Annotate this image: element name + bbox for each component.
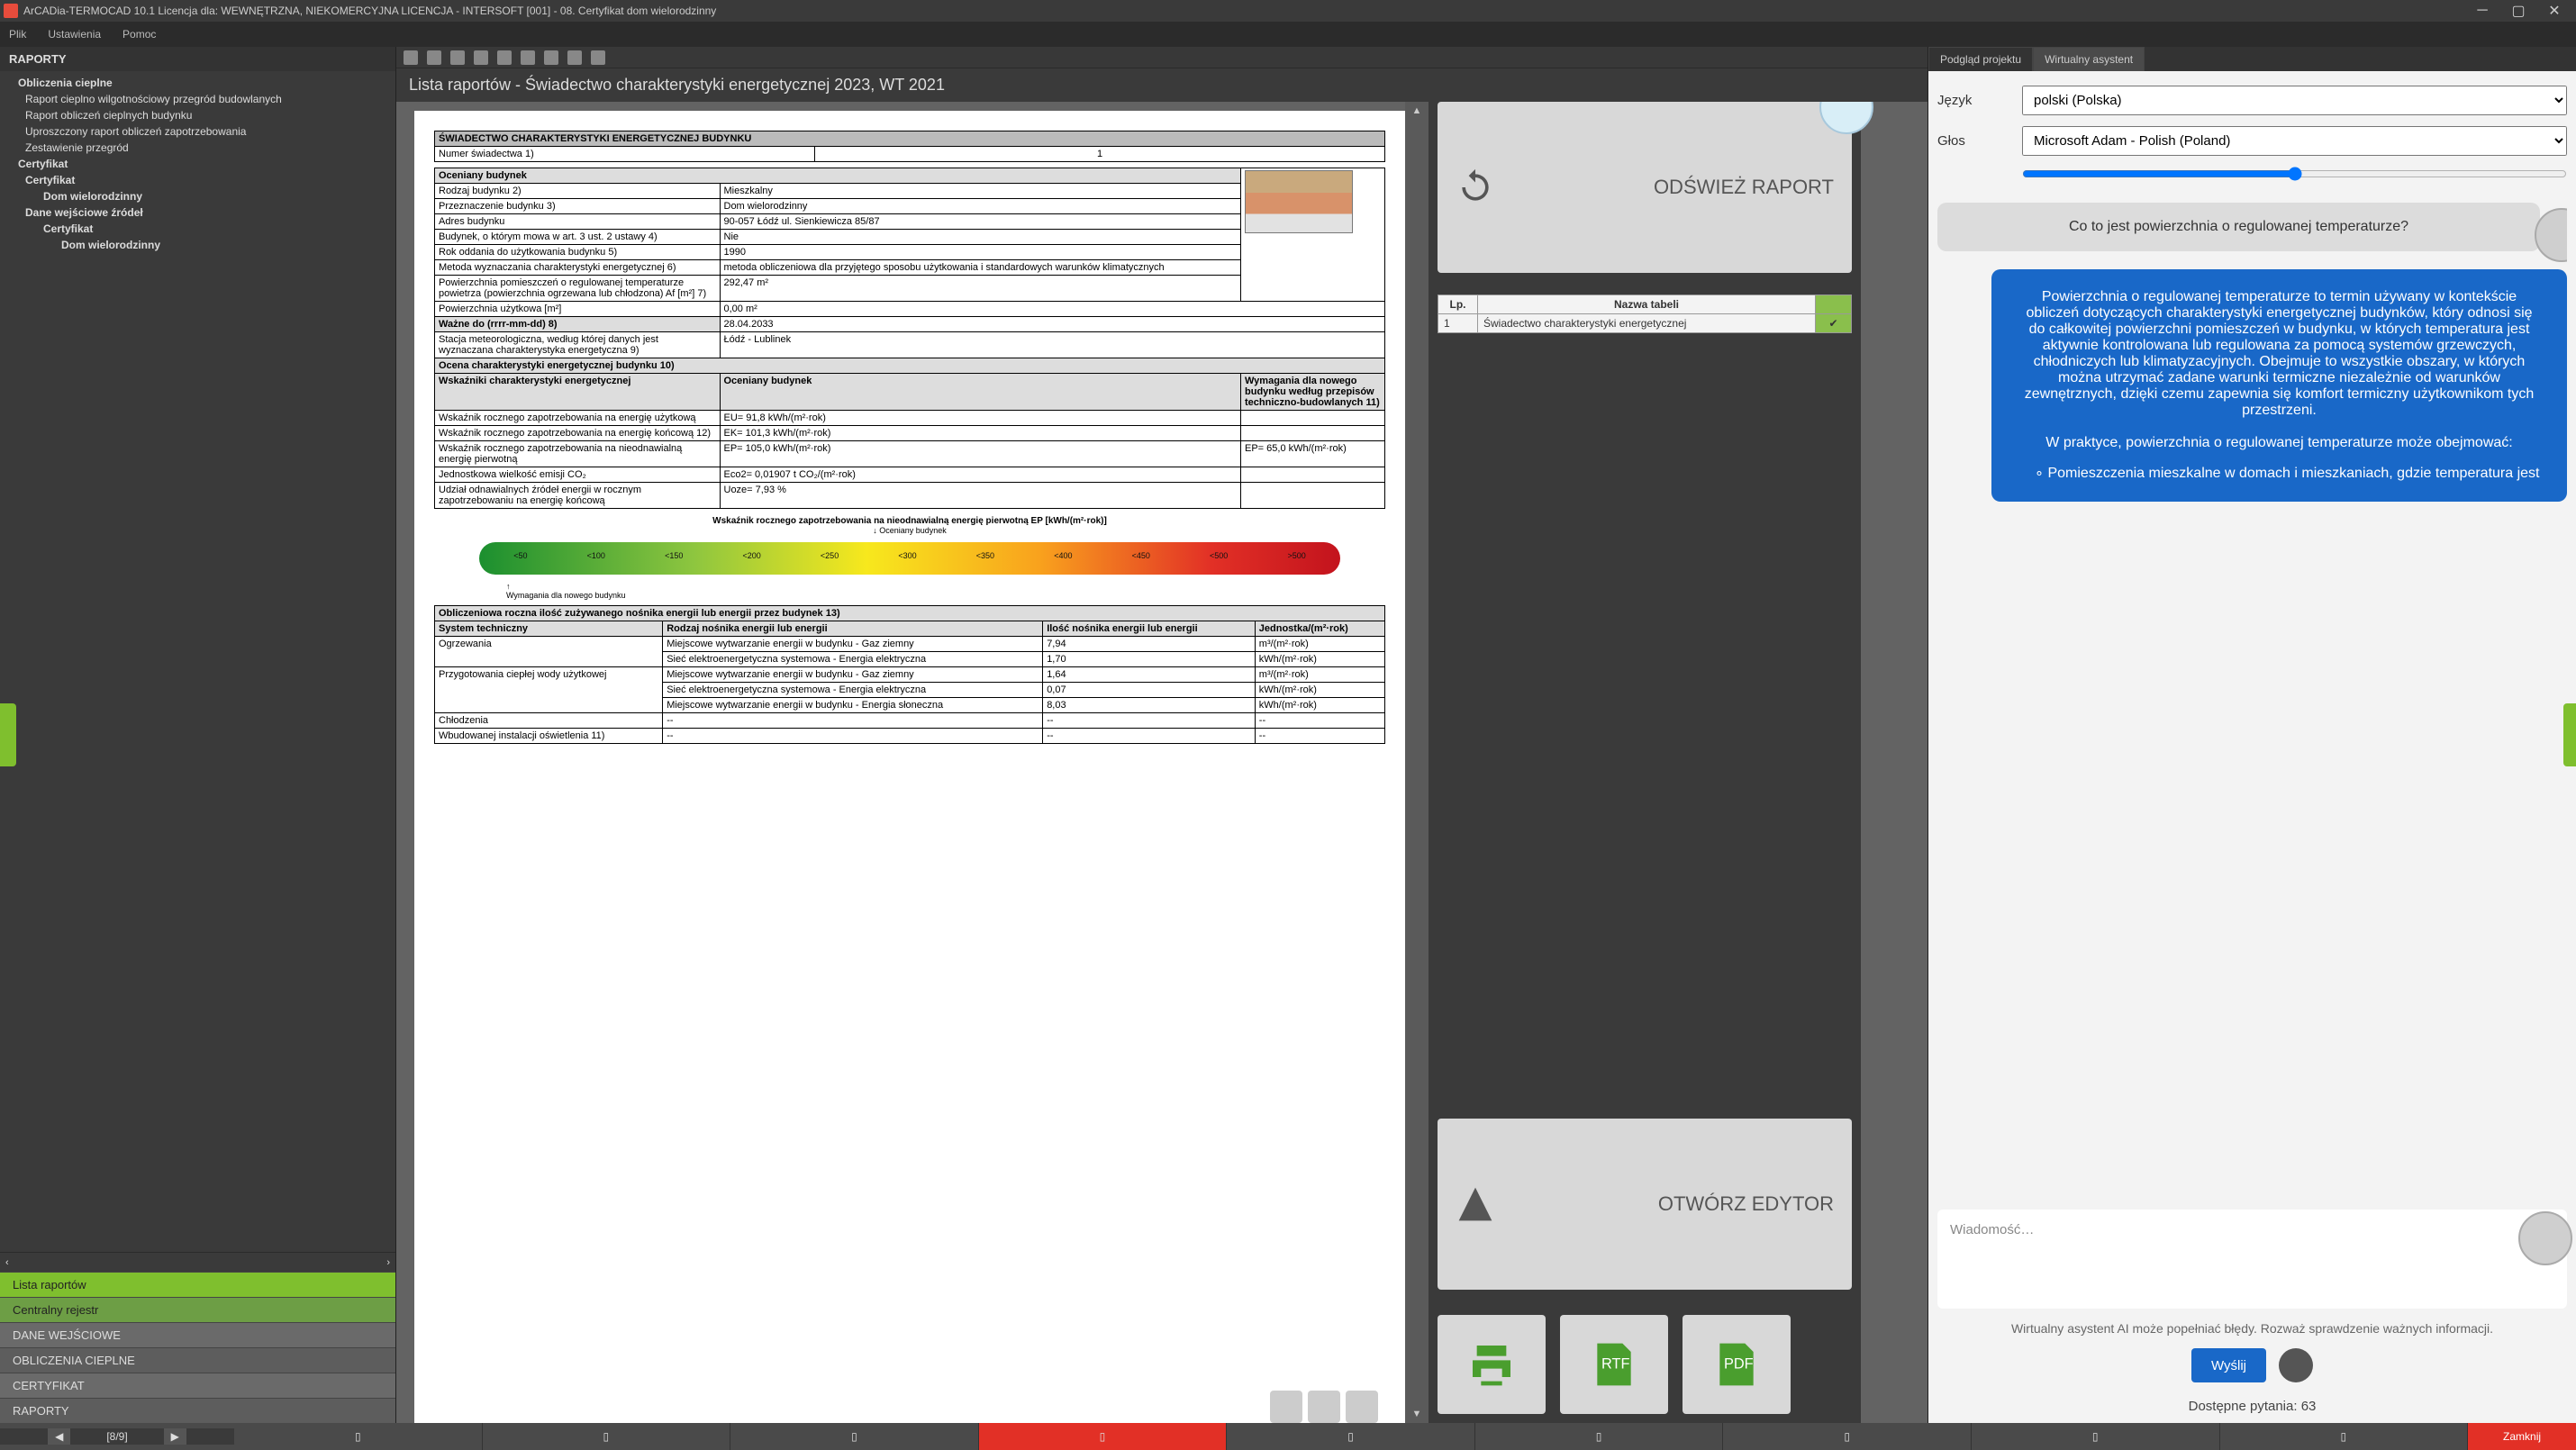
input-user-avatar-icon xyxy=(2518,1211,2572,1265)
doc-toolbar-icon[interactable] xyxy=(474,50,488,65)
bottom-seg[interactable]: ▯ xyxy=(1227,1423,1475,1450)
raporty-header: RAPORTY xyxy=(0,47,395,71)
voice-label: Głos xyxy=(1937,133,2009,149)
page-prev[interactable]: ◀ xyxy=(48,1428,70,1445)
titlebar: ArCADia-TERMOCAD 10.1 Licencja dla: WEWN… xyxy=(0,0,2576,22)
window-title: ArCADia-TERMOCAD 10.1 Licencja dla: WEWN… xyxy=(23,5,716,17)
menu-file[interactable]: Plik xyxy=(9,28,26,41)
app-logo xyxy=(4,4,18,18)
lang-label: Język xyxy=(1937,93,2009,108)
doc-toolbar-icon[interactable] xyxy=(544,50,558,65)
open-editor-label[interactable]: OTWÓRZ EDYTOR xyxy=(1658,1192,1834,1216)
left-collapse-handle[interactable] xyxy=(0,703,16,766)
export-rtf-button[interactable]: RTF xyxy=(1560,1315,1668,1414)
doc-title: ŚWIADECTWO CHARAKTERYSTYKI ENERGETYCZNEJ… xyxy=(435,131,1385,147)
doc-toolbar-icon[interactable] xyxy=(427,50,441,65)
page-nav-btn[interactable] xyxy=(1270,1391,1302,1423)
close-button[interactable]: Zamknij xyxy=(2468,1423,2576,1450)
bottom-seg[interactable]: ▯ xyxy=(1723,1423,1972,1450)
table-row[interactable]: 1Świadectwo charakterystyki energetyczne… xyxy=(1438,314,1852,333)
chat-bot-bubble: Powierzchnia o regulowanej temperaturze … xyxy=(1991,269,2567,502)
report-preview-page: ŚWIADECTWO CHARAKTERYSTYKI ENERGETYCZNEJ… xyxy=(414,111,1405,1423)
btab-centralny-rejestr[interactable]: Centralny rejestr xyxy=(0,1297,395,1322)
svg-text:PDF: PDF xyxy=(1724,1356,1754,1373)
doc-toolbar-icon[interactable] xyxy=(591,50,605,65)
menu-help[interactable]: Pomoc xyxy=(122,28,156,41)
report-list-header: Lista raportów - Świadectwo charakteryst… xyxy=(396,68,1927,102)
window-minimize[interactable]: ─ xyxy=(2464,0,2500,22)
btab-certyfikat[interactable]: CERTYFIKAT xyxy=(0,1373,395,1398)
doc-toolbar-icon[interactable] xyxy=(567,50,582,65)
bottom-seg-active[interactable]: ▯ xyxy=(979,1423,1228,1450)
tree-hscroll[interactable]: ‹› xyxy=(0,1252,395,1272)
tab-virtual-assistant[interactable]: Wirtualny asystent xyxy=(2033,47,2145,71)
report-tree: Obliczenia cieplne Raport cieplno wilgot… xyxy=(0,71,395,1252)
menu-settings[interactable]: Ustawienia xyxy=(48,28,101,41)
assistant-robot-icon[interactable] xyxy=(1819,102,1873,134)
voice-speed-slider[interactable] xyxy=(2022,167,2567,181)
svg-text:RTF: RTF xyxy=(1601,1356,1629,1373)
bottom-seg[interactable]: ▯ xyxy=(730,1423,979,1450)
doc-toolbar-icon[interactable] xyxy=(521,50,535,65)
tree-raport-cieplno[interactable]: Raport cieplno wilgotnościowy przegród b… xyxy=(0,91,395,107)
bottom-seg[interactable]: ▯ xyxy=(1972,1423,2220,1450)
building-photo xyxy=(1245,170,1353,233)
voice-select[interactable]: Microsoft Adam - Polish (Poland) xyxy=(2022,126,2567,156)
doc-vertical-scrollbar[interactable]: ▲ ▼ xyxy=(1405,102,1429,1423)
tree-certyfikat[interactable]: Certyfikat xyxy=(0,172,395,188)
tree-certyfikat-2[interactable]: Certyfikat xyxy=(0,221,395,237)
lang-select[interactable]: polski (Polska) xyxy=(2022,86,2567,115)
print-button[interactable] xyxy=(1438,1315,1546,1414)
window-maximize[interactable]: ▢ xyxy=(2500,0,2536,22)
energy-rating-bar: <50<100<150 <200<250<300 <350<400<450 <5… xyxy=(479,542,1340,575)
bottom-seg[interactable]: ▯ xyxy=(483,1423,731,1450)
send-button[interactable]: Wyślij xyxy=(2191,1348,2266,1382)
refresh-report-label[interactable]: ODŚWIEŻ RAPORT xyxy=(1654,176,1834,199)
tree-uproszczony[interactable]: Uproszczony raport obliczeń zapotrzebowa… xyxy=(0,123,395,140)
btab-lista-raportow[interactable]: Lista raportów xyxy=(0,1272,395,1297)
doc-toolbar-icon[interactable] xyxy=(450,50,465,65)
export-pdf-button[interactable]: PDF xyxy=(1683,1315,1791,1414)
doc-toolbar-icon[interactable] xyxy=(404,50,418,65)
btab-dane-wejsciowe[interactable]: DANE WEJŚCIOWE xyxy=(0,1322,395,1347)
chat-disclaimer: Wirtualny asystent AI może popełniać błę… xyxy=(1937,1321,2567,1336)
right-collapse-handle[interactable] xyxy=(2563,703,2576,766)
available-questions: Dostępne pytania: 63 xyxy=(1937,1399,2567,1414)
chat-input[interactable]: Wiadomość… xyxy=(1937,1210,2567,1309)
bottom-seg[interactable]: ▯ xyxy=(1475,1423,1724,1450)
doc-toolbar-icon[interactable] xyxy=(497,50,512,65)
page-next[interactable]: ▶ xyxy=(164,1428,186,1445)
page-nav-btn[interactable] xyxy=(1346,1391,1378,1423)
btab-raporty[interactable]: RAPORTY xyxy=(0,1398,395,1423)
btab-obliczenia-cieplne[interactable]: OBLICZENIA CIEPLNE xyxy=(0,1347,395,1373)
editor-icon xyxy=(1456,1184,1495,1224)
tab-project-preview[interactable]: Podgląd projektu xyxy=(1928,47,2033,71)
page-nav-btn[interactable] xyxy=(1308,1391,1340,1423)
bottom-seg[interactable]: ▯ xyxy=(234,1423,483,1450)
tree-raport-obliczen[interactable]: Raport obliczeń cieplnych budynku xyxy=(0,107,395,123)
tree-certyfikat-root[interactable]: Certyfikat xyxy=(0,156,395,172)
bottom-seg[interactable]: ▯ xyxy=(2220,1423,2469,1450)
tree-obliczenia-cieplne[interactable]: Obliczenia cieplne xyxy=(0,75,395,91)
chat-user-bubble: Co to jest powierzchnia o regulowanej te… xyxy=(1937,203,2540,251)
page-indicator: [8/9] xyxy=(106,1430,127,1443)
refresh-icon xyxy=(1456,168,1495,207)
tree-dane-wejsciowe[interactable]: Dane wejściowe źródeł xyxy=(0,204,395,221)
tree-dom-wielorodzinny[interactable]: Dom wielorodzinny xyxy=(0,188,395,204)
tree-dom-wielorodzinny-2[interactable]: Dom wielorodzinny xyxy=(0,237,395,253)
tree-zestawienie[interactable]: Zestawienie przegród xyxy=(0,140,395,156)
mic-button[interactable] xyxy=(2279,1348,2313,1382)
menubar: Plik Ustawienia Pomoc xyxy=(0,22,2576,47)
window-close[interactable]: ✕ xyxy=(2536,0,2572,22)
